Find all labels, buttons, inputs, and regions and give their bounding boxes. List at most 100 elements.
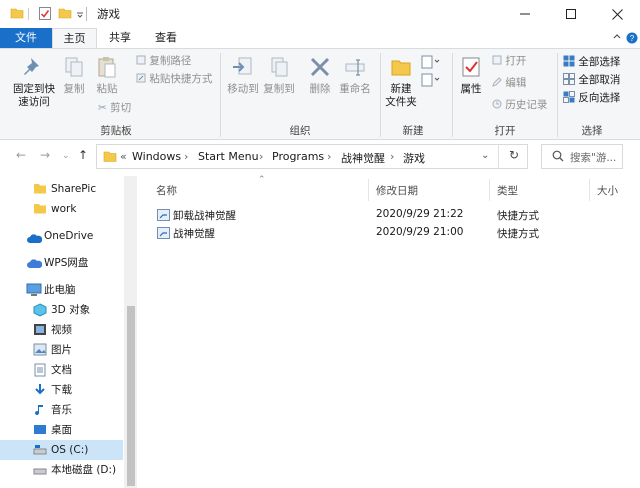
properties-icon[interactable] <box>38 6 52 24</box>
column-header-name[interactable]: 名称 <box>156 183 177 198</box>
file-row[interactable]: 卸载战神觉醒 2020/9/29 21:22 快捷方式 <box>150 206 570 224</box>
column-divider[interactable] <box>489 179 490 201</box>
back-arrow-icon[interactable]: ← <box>16 148 26 162</box>
nav-item-this-pc[interactable]: 此电脑 <box>0 280 123 300</box>
recent-locations-icon[interactable]: ⌄ <box>62 151 70 161</box>
title-bar: 游戏 <box>0 0 640 28</box>
paste-button[interactable]: 粘贴 <box>92 55 122 96</box>
nav-item-label: 下载 <box>51 384 72 396</box>
new-folder-button[interactable]: 新建 文件夹 <box>385 55 417 109</box>
rename-button[interactable]: 重命名 <box>338 55 372 96</box>
nav-item-label: work <box>51 203 77 215</box>
copy-to-button[interactable]: 复制到 <box>262 55 296 96</box>
ribbon-collapse-icon[interactable] <box>612 32 622 45</box>
nav-item-work[interactable]: work <box>0 199 123 219</box>
invert-selection-label: 反向选择 <box>578 92 621 104</box>
select-group-label: 选择 <box>581 125 603 137</box>
tab-file[interactable]: 文件 <box>0 28 52 48</box>
tab-share[interactable]: 共享 <box>97 28 143 48</box>
invert-selection-icon <box>563 91 575 103</box>
nav-scrollbar[interactable] <box>124 176 137 488</box>
pin-icon <box>24 58 39 75</box>
forward-arrow-icon[interactable]: → <box>40 148 50 162</box>
nav-item-wps-cloud[interactable]: WPS网盘 <box>0 253 123 273</box>
nav-item-downloads[interactable]: 下载 <box>0 380 123 400</box>
nav-item-local-d[interactable]: 本地磁盘 (D:) <box>0 460 123 480</box>
nav-item-documents[interactable]: 文档 <box>0 360 123 380</box>
edit-button[interactable]: 编辑 <box>492 77 526 90</box>
breadcrumb-chevron-icon[interactable]: › <box>390 150 394 163</box>
pin-to-quick-access-button[interactable]: 固定到快 速访问 <box>10 55 58 109</box>
organize-group-label: 组织 <box>289 125 311 137</box>
column-header-modified[interactable]: 修改日期 <box>376 183 418 198</box>
copy-path-button[interactable]: 复制路径 <box>136 55 191 68</box>
nav-item-pictures[interactable]: 图片 <box>0 340 123 360</box>
maximize-button[interactable] <box>548 0 594 28</box>
copy-path-icon <box>136 55 146 65</box>
breadcrumb-chevron-icon[interactable]: › <box>184 150 188 163</box>
address-dropdown-icon[interactable]: ⌄ <box>481 150 489 161</box>
breadcrumb-windows[interactable]: Windows <box>132 150 181 163</box>
nav-scrollbar-thumb[interactable] <box>127 306 135 486</box>
new-item-icon[interactable] <box>421 55 441 73</box>
breadcrumb-game[interactable]: 战神觉醒 <box>341 150 385 166</box>
up-arrow-icon[interactable]: ↑ <box>78 148 88 162</box>
breadcrumb-start-menu[interactable]: Start Menu <box>198 150 259 163</box>
breadcrumb-chevron-icon[interactable]: › <box>327 150 331 163</box>
nav-item-os-c[interactable]: OS (C:) <box>0 440 123 460</box>
nav-item-music[interactable]: 音乐 <box>0 400 123 420</box>
easy-access-icon[interactable] <box>421 73 441 91</box>
scissors-icon: ✂ <box>98 102 107 114</box>
close-button[interactable] <box>594 0 640 28</box>
nav-item-3d-objects[interactable]: 3D 对象 <box>0 300 123 320</box>
invert-selection-button[interactable]: 反向选择 <box>563 91 620 105</box>
move-to-button[interactable]: 移动到 <box>226 55 260 96</box>
chevron-down-icon[interactable] <box>76 9 84 22</box>
select-all-button[interactable]: 全部选择 <box>563 55 620 69</box>
select-none-button[interactable]: 全部取消 <box>563 73 620 87</box>
address-bar[interactable]: « Windows › Start Menu › Programs › 战神觉醒… <box>96 144 528 169</box>
nav-item-videos[interactable]: 视频 <box>0 320 123 340</box>
copy-button[interactable]: 复制 <box>60 55 88 96</box>
properties-icon <box>462 57 480 77</box>
column-divider[interactable] <box>368 179 369 201</box>
nav-item-desktop[interactable]: 桌面 <box>0 420 123 440</box>
copy-to-label: 复制到 <box>263 83 295 95</box>
tab-view[interactable]: 查看 <box>143 28 189 48</box>
history-label: 历史记录 <box>505 99 548 111</box>
open-button[interactable]: 打开 <box>492 55 526 68</box>
search-placeholder: 搜索"游... <box>570 152 617 164</box>
group-divider <box>220 53 221 137</box>
shortcut-icon <box>157 227 170 242</box>
properties-button[interactable]: 属性 <box>456 55 486 96</box>
breadcrumb-current[interactable]: 游戏 <box>403 150 425 166</box>
tab-home[interactable]: 主页 <box>52 28 97 49</box>
nav-item-sharepic[interactable]: SharePic <box>0 179 123 199</box>
file-name: 战神觉醒 <box>173 228 215 240</box>
refresh-icon[interactable]: ↻ <box>509 148 519 162</box>
help-icon[interactable]: ? <box>626 32 638 47</box>
rename-label: 重命名 <box>339 83 371 95</box>
wps-cloud-icon <box>26 257 43 277</box>
paste-shortcut-button[interactable]: 粘贴快捷方式 <box>136 73 212 86</box>
column-header-type[interactable]: 类型 <box>497 183 518 198</box>
pin-label-1: 固定到快 <box>13 83 55 95</box>
minimize-button[interactable] <box>502 0 548 28</box>
delete-button[interactable]: 删除 <box>306 55 334 96</box>
file-row[interactable]: 战神觉醒 2020/9/29 21:00 快捷方式 <box>150 224 570 242</box>
new-folder-icon <box>391 60 411 76</box>
cut-button[interactable]: ✂ 剪切 <box>98 102 131 115</box>
nav-item-label: 桌面 <box>51 424 72 436</box>
new-folder-icon[interactable] <box>58 6 72 23</box>
nav-item-onedrive[interactable]: OneDrive <box>0 226 123 246</box>
cloud-icon <box>26 231 43 251</box>
breadcrumb-overflow[interactable]: « <box>120 150 127 163</box>
sort-up-icon: ⌃ <box>258 175 266 185</box>
column-divider[interactable] <box>589 179 590 201</box>
search-box[interactable]: 搜索"游... <box>541 144 623 169</box>
column-header-size[interactable]: 大小 <box>597 183 618 198</box>
breadcrumb-chevron-icon[interactable]: › <box>259 150 263 163</box>
select-none-icon <box>563 73 575 85</box>
history-button[interactable]: 历史记录 <box>492 99 547 112</box>
breadcrumb-programs[interactable]: Programs <box>272 150 324 163</box>
